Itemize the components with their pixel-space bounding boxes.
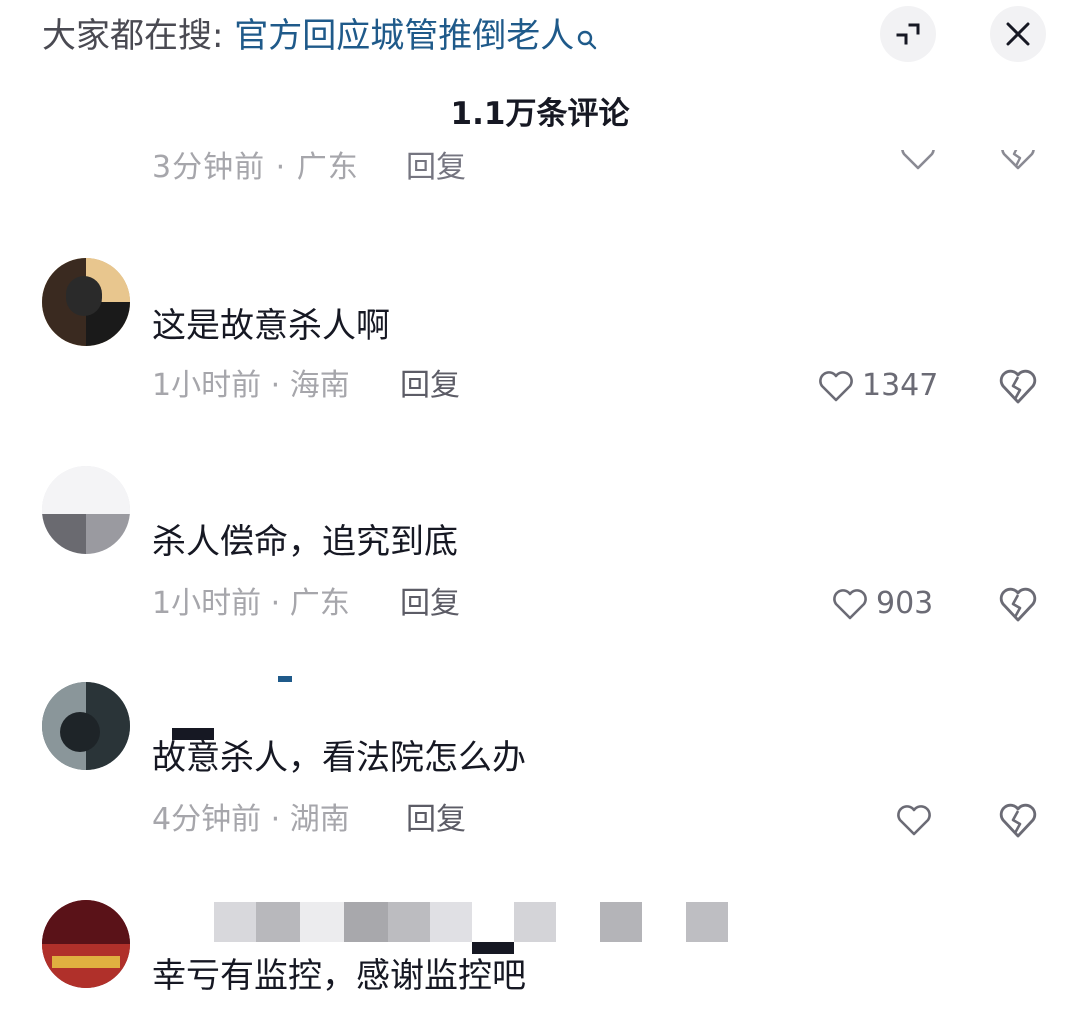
heart-outline-icon [819, 371, 853, 402]
comment-count-title: 1.1万条评论 [450, 96, 630, 132]
redacted-username [430, 902, 472, 942]
top-bar: 大家都在搜: 官方回应城管推倒老人 [0, 0, 1080, 80]
like-button[interactable]: 1347 [816, 366, 938, 406]
broken-heart-icon [999, 803, 1037, 838]
broken-heart-icon[interactable] [998, 150, 1038, 174]
trending-search-hint[interactable]: 大家都在搜: 官方回应城管推倒老人 [42, 14, 598, 58]
avatar[interactable] [42, 682, 130, 770]
comment-time: 4分钟前 [152, 802, 262, 837]
like-count: 903 [876, 586, 934, 621]
close-icon [1006, 22, 1030, 46]
comment-meta: 4分钟前 · 湖南 [152, 800, 350, 840]
comment-location: 湖南 [289, 802, 350, 837]
redacted-username [388, 902, 430, 942]
avatar[interactable] [42, 258, 130, 346]
redacted-username [300, 902, 344, 942]
redacted-username [278, 676, 292, 682]
trending-search-keyword[interactable]: 官方回应城管推倒老人 [234, 16, 574, 56]
comment-location: 海南 [289, 368, 350, 403]
reply-button[interactable]: 回复 [400, 584, 460, 624]
redacted-username [686, 902, 728, 942]
comment-text: 幸亏有监控，感谢监控吧 [152, 956, 526, 996]
meta-separator: · [261, 586, 290, 621]
comment-time: 1小时前 [152, 586, 262, 621]
dislike-button[interactable] [996, 582, 1040, 626]
comment-text: 杀人偿命，追究到底 [152, 522, 458, 562]
close-button[interactable] [990, 6, 1046, 62]
like-button[interactable] [894, 800, 940, 840]
reply-button[interactable]: 回复 [406, 150, 466, 186]
trending-search-prefix: 大家都在搜: [42, 16, 235, 56]
comment-text: 故意杀人，看法院怎么办 [152, 738, 526, 778]
like-count: 1347 [862, 368, 939, 403]
comment-meta: 3分钟前 · 广东 [152, 150, 359, 185]
redacted-username [256, 902, 300, 942]
redacted-username [514, 902, 556, 942]
partial-comment-row: 3分钟前 · 广东 回复 [0, 150, 1080, 186]
heart-outline-icon[interactable] [898, 150, 938, 174]
redacted-username [214, 902, 256, 942]
meta-separator: · [261, 802, 290, 837]
comment-meta: 1小时前 · 海南 [152, 366, 350, 406]
heart-outline-icon [833, 589, 867, 620]
comment-text: 这是故意杀人啊 [152, 306, 390, 346]
broken-heart-icon [999, 369, 1037, 404]
heart-outline-icon [897, 805, 931, 836]
redacted-username [600, 902, 642, 942]
comment-time: 1小时前 [152, 368, 262, 403]
reply-button[interactable]: 回复 [406, 800, 466, 840]
comment-location: 广东 [289, 586, 350, 621]
redacted-username [344, 902, 388, 942]
reply-button[interactable]: 回复 [400, 366, 460, 406]
collapse-button[interactable] [880, 6, 936, 62]
dislike-button[interactable] [996, 798, 1040, 842]
search-icon [576, 18, 598, 50]
comment-meta: 1小时前 · 广东 [152, 584, 350, 624]
collapse-arrows-icon [896, 23, 920, 45]
broken-heart-icon [999, 587, 1037, 622]
avatar[interactable] [42, 900, 130, 988]
like-button[interactable]: 903 [830, 584, 933, 624]
dislike-button[interactable] [996, 364, 1040, 408]
avatar[interactable] [42, 466, 130, 554]
meta-separator: · [261, 368, 290, 403]
